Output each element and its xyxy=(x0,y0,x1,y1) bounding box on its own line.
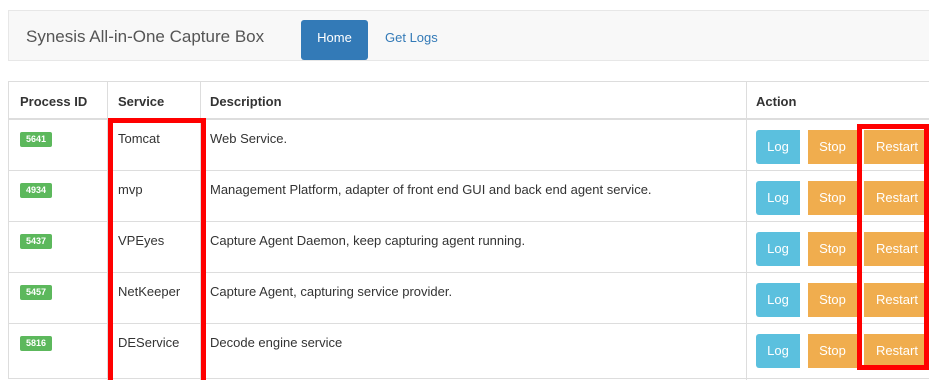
brand-title[interactable]: Synesis All-in-One Capture Box xyxy=(26,27,264,47)
pid-badge: 5816 xyxy=(20,336,52,351)
pid-badge: 5457 xyxy=(20,285,52,300)
header-service: Service xyxy=(118,94,165,109)
service-description: Web Service. xyxy=(210,131,288,146)
log-button[interactable]: Log xyxy=(756,334,800,368)
log-button[interactable]: Log xyxy=(756,232,800,266)
service-description: Capture Agent Daemon, keep capturing age… xyxy=(210,233,526,248)
stop-button[interactable]: Stop xyxy=(808,130,857,164)
restart-column-highlight xyxy=(857,124,929,370)
service-description: Capture Agent, capturing service provide… xyxy=(210,284,453,299)
nav-home-tab[interactable]: Home xyxy=(301,20,368,60)
pid-badge: 5437 xyxy=(20,234,52,249)
stop-button[interactable]: Stop xyxy=(808,232,857,266)
log-button[interactable]: Log xyxy=(756,181,800,215)
header-description: Description xyxy=(210,94,282,109)
header-action: Action xyxy=(756,94,797,109)
stop-button[interactable]: Stop xyxy=(808,283,857,317)
log-button[interactable]: Log xyxy=(756,130,800,164)
pid-badge: 4934 xyxy=(20,183,52,198)
table-header: Process ID Service Description Action xyxy=(9,82,929,120)
top-navbar: Synesis All-in-One Capture Box Home Get … xyxy=(8,10,929,61)
log-button[interactable]: Log xyxy=(756,283,800,317)
nav-get-logs-link[interactable]: Get Logs xyxy=(385,20,438,56)
service-column-highlight xyxy=(108,118,206,380)
stop-button[interactable]: Stop xyxy=(808,334,857,368)
service-description: Decode engine service xyxy=(210,335,343,350)
pid-badge: 5641 xyxy=(20,132,52,147)
stop-button[interactable]: Stop xyxy=(808,181,857,215)
service-description: Management Platform, adapter of front en… xyxy=(210,182,652,197)
header-process-id: Process ID xyxy=(20,94,88,109)
